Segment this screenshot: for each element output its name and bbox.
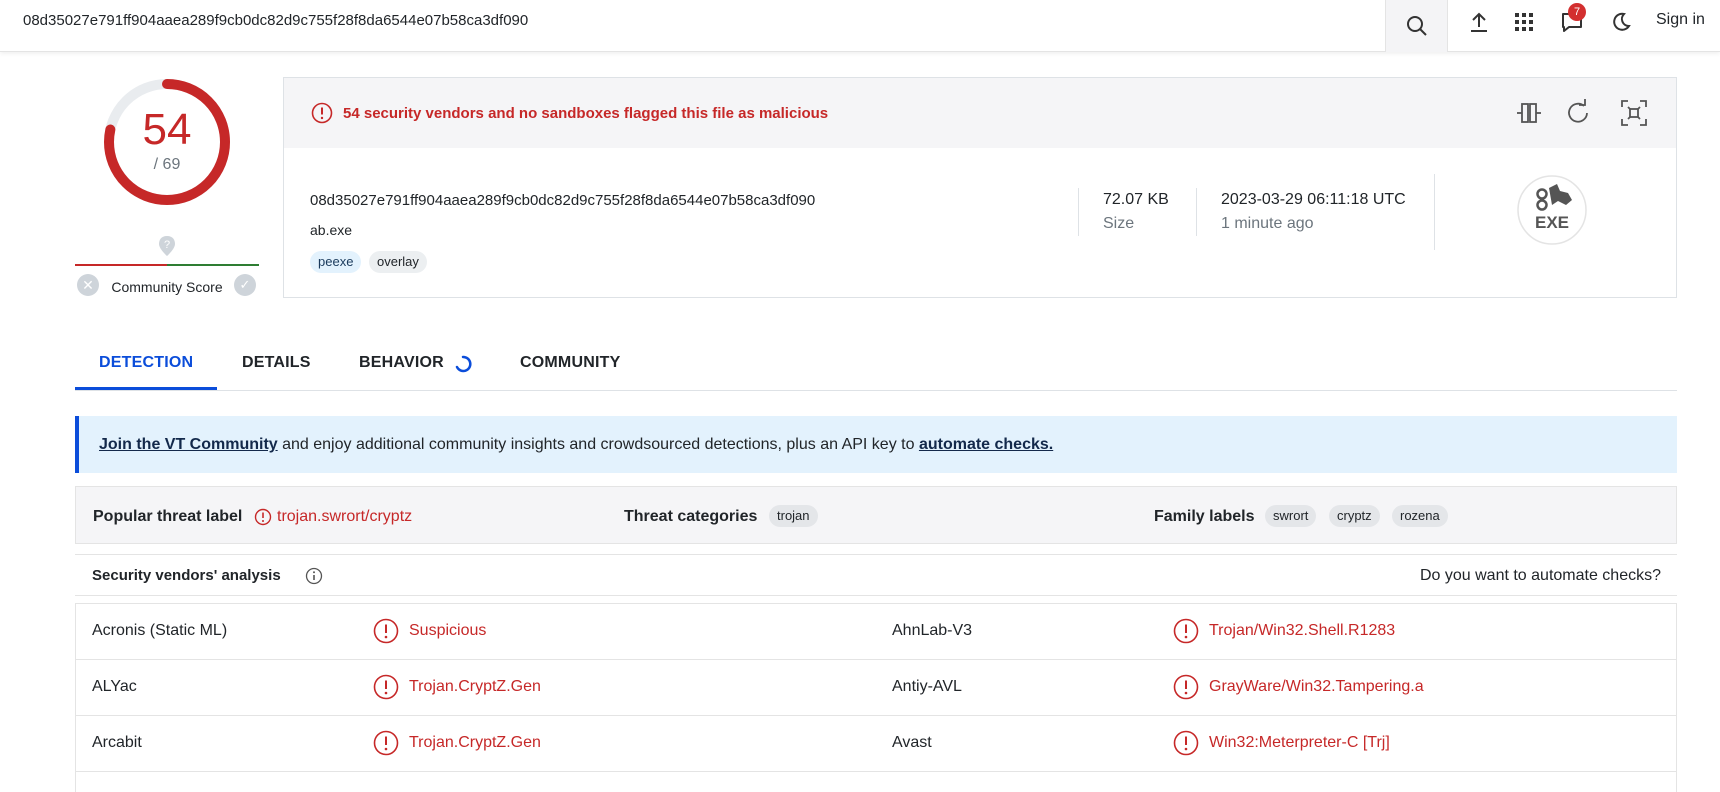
tab-community[interactable]: COMMUNITY — [520, 354, 620, 372]
family-label-pill[interactable]: cryptz — [1329, 505, 1380, 527]
file-tag[interactable]: peexe — [310, 251, 362, 273]
community-score-negative-bar — [75, 264, 167, 266]
vendor-name: Avast — [892, 734, 932, 751]
alert-icon — [1173, 730, 1199, 756]
compare-icon[interactable] — [1514, 98, 1544, 128]
join-community-link[interactable]: Join the VT Community — [99, 436, 278, 453]
file-summary-card: 54 security vendors and no sandboxes fla… — [283, 77, 1677, 298]
file-name: ab.exe — [310, 222, 353, 238]
alert-icon — [254, 508, 272, 526]
community-banner: Join the VT Community and enjoy addition… — [75, 416, 1677, 473]
alert-icon — [1173, 618, 1199, 644]
threat-categories-title: Threat categories — [624, 508, 758, 525]
divider — [1078, 188, 1079, 236]
loading-spinner-icon — [455, 355, 472, 373]
vendor-result: Trojan.CryptZ.Gen — [409, 734, 541, 751]
analysis-date-value: 2023-03-29 06:11:18 UTC — [1221, 191, 1406, 208]
popular-threat-label-title: Popular threat label — [93, 508, 243, 525]
vendor-result: GrayWare/Win32.Tampering.a — [1209, 678, 1424, 695]
file-size-value: 72.07 KB — [1103, 191, 1169, 208]
vote-malicious-icon[interactable]: ✕ — [77, 274, 99, 296]
tab-behavior[interactable]: BEHAVIOR — [359, 354, 444, 372]
upload-icon — [1471, 12, 1487, 32]
vendor-name: Antiy-AVL — [892, 678, 962, 695]
vote-harmless-icon[interactable]: ✓ — [234, 274, 256, 296]
vendor-name: ALYac — [92, 678, 137, 695]
alert-icon — [373, 674, 399, 700]
info-icon[interactable] — [305, 567, 323, 585]
sign-in-link[interactable]: Sign in — [1656, 11, 1705, 29]
vendor-name: Arcabit — [92, 734, 142, 751]
apps-grid-icon — [1515, 13, 1533, 31]
vendor-result: Win32:Meterpreter-C [Trj] — [1209, 734, 1390, 751]
tab-detection[interactable]: DETECTION — [99, 354, 193, 372]
alert-icon — [311, 102, 333, 124]
divider — [1196, 188, 1197, 236]
graph-icon[interactable] — [1619, 98, 1649, 128]
popular-threat-label-value[interactable]: trojan.swrort/cryptz — [277, 508, 412, 526]
vendors-table: Acronis (Static ML) Suspicious AhnLab-V3… — [75, 603, 1677, 792]
theme-toggle-button[interactable] — [1607, 8, 1635, 36]
community-score-positive-bar — [167, 264, 259, 266]
detection-total: / 69 — [153, 156, 181, 173]
vendor-name: Acronis (Static ML) — [92, 622, 228, 639]
vendor-name: AhnLab-V3 — [892, 622, 973, 639]
automate-checks-link[interactable]: automate checks. — [919, 436, 1053, 453]
banner-text: and enjoy additional community insights … — [277, 436, 919, 453]
search-input[interactable]: 08d35027e791ff904aaea289f9cb0dc82d9c755f… — [0, 0, 1386, 52]
reanalyze-icon[interactable] — [1563, 98, 1593, 128]
family-label-pill[interactable]: swrort — [1265, 505, 1317, 527]
alert-icon — [1173, 674, 1199, 700]
vendors-header: Security vendors' analysis Do you want t… — [75, 554, 1677, 596]
file-tag[interactable]: overlay — [369, 251, 427, 273]
svg-text:?: ? — [164, 239, 170, 251]
malicious-alert-text: 54 security vendors and no sandboxes fla… — [343, 105, 829, 122]
table-row: ALYac Trojan.CryptZ.Gen Antiy-AVL GrayWa… — [76, 660, 1676, 716]
tab-details[interactable]: DETAILS — [242, 354, 311, 372]
table-row: Arcabit Trojan.CryptZ.Gen Avast Win32:Me… — [76, 716, 1676, 772]
family-labels-title: Family labels — [1154, 508, 1255, 525]
notification-badge: 7 — [1568, 3, 1586, 21]
divider — [1434, 174, 1435, 250]
vendor-result: Suspicious — [409, 622, 487, 639]
threat-labels-panel: Popular threat label trojan.swrort/crypt… — [75, 486, 1677, 544]
upload-button[interactable] — [1465, 8, 1493, 36]
vendors-title: Security vendors' analysis — [92, 567, 281, 584]
file-size-label: Size — [1103, 215, 1135, 232]
vendor-result: Trojan/Win32.Shell.R1283 — [1209, 622, 1396, 639]
apps-button[interactable] — [1510, 8, 1538, 36]
summary-header: 54 security vendors and no sandboxes fla… — [284, 78, 1676, 148]
automate-checks-prompt[interactable]: Do you want to automate checks? — [1420, 567, 1661, 585]
tabs-border — [75, 390, 1677, 391]
search-icon — [1406, 16, 1427, 36]
search-query[interactable]: 08d35027e791ff904aaea289f9cb0dc82d9c755f… — [23, 12, 528, 29]
moon-icon — [1613, 12, 1631, 31]
file-type-label: EXE — [1535, 213, 1569, 232]
family-label-pill[interactable]: rozena — [1392, 505, 1448, 527]
vendor-result: Trojan.CryptZ.Gen — [409, 678, 541, 695]
file-hash: 08d35027e791ff904aaea289f9cb0dc82d9c755f… — [310, 192, 816, 209]
table-row: Acronis (Static ML) Suspicious AhnLab-V3… — [76, 604, 1676, 660]
search-button[interactable] — [1386, 0, 1448, 52]
analysis-date-relative: 1 minute ago — [1221, 215, 1314, 232]
community-question-icon: ? — [159, 236, 175, 256]
threat-category-pill[interactable]: trojan — [769, 505, 818, 527]
alert-icon — [373, 730, 399, 756]
exe-file-icon: EXE — [1517, 175, 1587, 245]
alert-icon — [373, 618, 399, 644]
detection-count: 54 — [142, 105, 192, 154]
top-bar: 08d35027e791ff904aaea289f9cb0dc82d9c755f… — [0, 0, 1720, 52]
community-score-label: Community Score — [111, 279, 223, 295]
